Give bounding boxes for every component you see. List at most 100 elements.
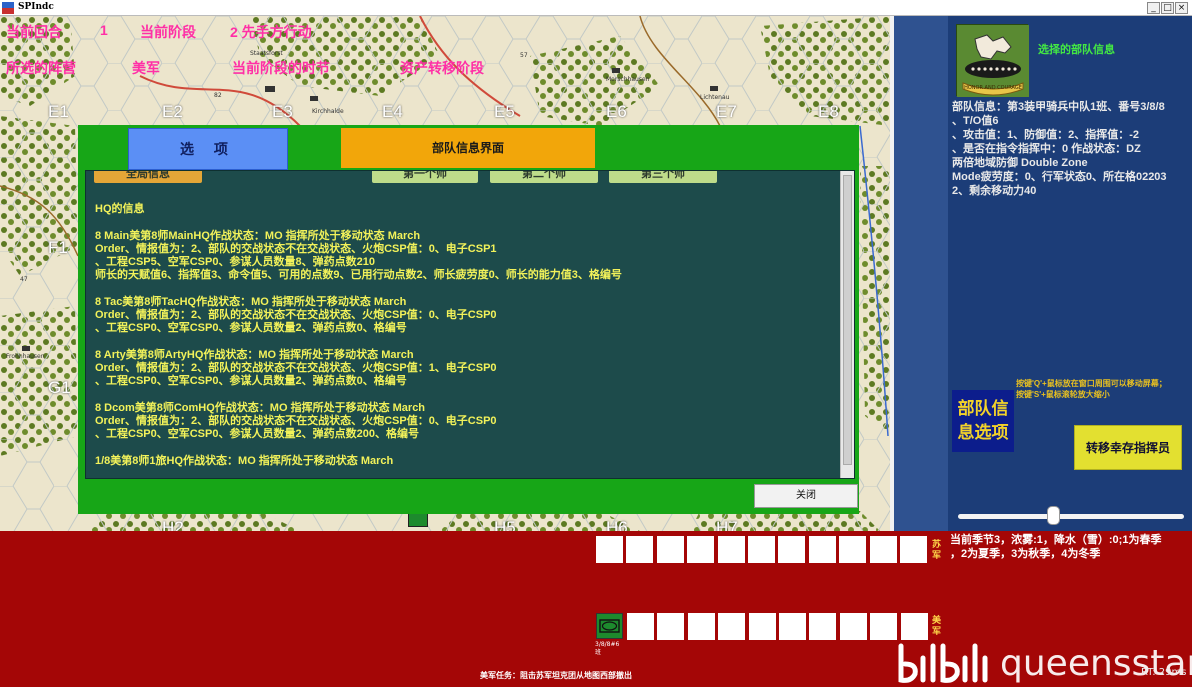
hex-label: H5 (494, 518, 516, 531)
hex-label: E2 (162, 102, 183, 121)
scrollbar-thumb[interactable] (843, 175, 852, 465)
us-side-label: 美 军 (932, 615, 941, 637)
soviet-label-char: 苏 (932, 539, 942, 549)
first-division-button[interactable]: 第一个师 (372, 171, 478, 183)
road-number: 57 (520, 52, 528, 59)
selected-faction-value: 美军 (132, 60, 160, 76)
hq-line: 、工程CSP0、空军CSP0、参谋人员数量2、弹药点数0、格编号 (95, 322, 407, 334)
season-line: 当前季节3，浓雾:1，降水（雪）:0;1为春季 (950, 534, 1162, 546)
close-button[interactable]: 关闭 (754, 484, 858, 508)
hex-label: H6 (606, 518, 628, 531)
phase-segment-label: 当前阶段的时节 (232, 60, 330, 76)
town-name: Kirchhalde (312, 108, 344, 115)
unit-detail-line: 两倍地域防御 Double Zone (952, 157, 1088, 169)
us-label-char: 美 (932, 615, 942, 625)
hq-line: 、工程CSP5、空军CSP0、参谋人员数量8、弹药点数210 (95, 256, 375, 268)
us-unit-slot[interactable] (779, 613, 806, 640)
reinforcement-unit-counter[interactable] (596, 613, 623, 639)
us-unit-slot[interactable] (748, 613, 776, 640)
current-phase-value: 2 先手方行动 (230, 24, 312, 40)
soviet-unit-slot[interactable] (596, 536, 623, 563)
controls-hint: 按键'Q'+鼠标放在窗口周围可以移动屏幕； 按键'S'+鼠标滚轮放大缩小 (1016, 378, 1188, 400)
unit-insignia-image: HONOR AND COURAGE (956, 24, 1029, 97)
hq-line: Order、情报值为：2、部队的交战状态不在交战状态、火炮CSP值：1、电子CS… (95, 362, 497, 374)
hex-label: E5 (494, 102, 515, 121)
us-unit-slot[interactable] (657, 613, 685, 640)
global-info-button[interactable]: 全局信息 (94, 171, 202, 183)
hq-info-header: HQ的信息 (95, 203, 145, 215)
third-division-button[interactable]: 第三个师 (609, 171, 717, 183)
title-bar: SPIndc _ □ × (0, 0, 1192, 16)
hq-line: Order、情报值为：2、部队的交战状态不在交战状态、火炮CSP值：0、电子CS… (95, 309, 497, 321)
selected-unit-title: 选择的部队信息 (1038, 44, 1115, 56)
town-name: Frohnhausen (6, 353, 45, 360)
transfer-commander-button[interactable]: 转移幸存指挥员 (1074, 425, 1182, 470)
hq-block: 8 Tac美第8师TacHQ作战状态：MO 指挥所处于移动状态 March Or… (95, 296, 835, 335)
town-name: Morschhausen (606, 76, 650, 83)
hex-label: H2 (162, 518, 184, 531)
phase-segment-value: 资产转移阶段 (400, 60, 484, 76)
hq-line: Order、情报值为：2、部队的交战状态不在交战状态、火炮CSP值：0、电子CS… (95, 415, 497, 427)
hex-label: F1 (48, 238, 68, 257)
soviet-unit-slot[interactable] (656, 536, 684, 563)
side-strip (894, 16, 948, 531)
side-panel: HONOR AND COURAGE 选择的部队信息 部队信息：第3装甲骑兵中队1… (890, 16, 1192, 531)
us-unit-slot[interactable] (839, 613, 867, 640)
hq-line: 8 Main美第8师MainHQ作战状态：MO 指挥所处于移动状态 March (95, 230, 421, 242)
us-unit-slot[interactable] (900, 613, 928, 640)
us-unit-slot[interactable] (870, 613, 898, 640)
zoom-slider[interactable] (958, 514, 1184, 519)
hq-line: 8 Dcom美第8师ComHQ作战状态：MO 指挥所处于移动状态 March (95, 402, 426, 414)
soviet-unit-slot[interactable] (869, 536, 897, 563)
unit-counter-icon (599, 619, 620, 633)
unit-info-options-button[interactable]: 部队信 息选项 (952, 390, 1014, 452)
us-unit-slot[interactable] (809, 613, 837, 640)
tab-options[interactable]: 选 项 (128, 128, 288, 170)
info-scrollbar[interactable] (840, 171, 854, 478)
hex-label: G1 (48, 378, 71, 397)
unit-detail-line: 、T/O值6 (952, 115, 999, 127)
reinforcement-bar: 苏 军 3/8/8#6 班 美 军 当前季节3，浓雾:1，降水（雪）:0;1为春… (0, 531, 1192, 687)
hq-line: 、工程CSP0、空军CSP0、参谋人员数量2、弹药点数200、格编号 (95, 428, 419, 440)
soviet-unit-slot[interactable] (748, 536, 775, 563)
hex-label: E6 (606, 102, 627, 121)
hint-line: 按键'S'+鼠标滚轮放大缩小 (1016, 390, 1110, 399)
hq-block: 8 Arty美第8师ArtyHQ作战状态：MO 指挥所处于移动状态 March … (95, 349, 835, 388)
hq-line: 师长的天赋值6、指挥值3、命令值5、可用的点数9、已用行动点数2、师长疲劳度0、… (95, 269, 622, 281)
mission-text: 美军任务：阻击苏军坦克团从地图西部撤出 (480, 671, 632, 680)
soviet-unit-slot[interactable] (717, 536, 745, 563)
unit-detail-line: 、攻击值：1、防御值：2、指挥值：-2 (952, 129, 1140, 141)
hq-info-text: HQ的信息 8 Main美第8师MainHQ作战状态：MO 指挥所处于移动状态 … (95, 203, 835, 478)
hq-info-panel: 全局信息 第一个师 第二个师 第三个师 HQ的信息 8 Main美第8师Main… (85, 170, 855, 479)
soviet-unit-slot[interactable] (778, 536, 806, 563)
soviet-unit-slot[interactable] (626, 536, 654, 563)
unit-counter-label: 3/8/8#6 班 (595, 641, 629, 657)
season-info: 当前季节3，浓雾:1，降水（雪）:0;1为春季 ，2为夏季，3为秋季，4为冬季 (950, 533, 1190, 561)
hq-line: Order、情报值为：2、部队的交战状态不在交战状态、火炮CSP值：0、电子CS… (95, 243, 497, 255)
soviet-unit-slot[interactable] (900, 536, 927, 563)
unit-options-line: 部队信 (957, 399, 1009, 418)
us-unit-slot[interactable] (718, 613, 746, 640)
soviet-unit-slot[interactable] (687, 536, 715, 563)
soviet-unit-slot[interactable] (808, 536, 836, 563)
us-unit-slot[interactable] (687, 613, 715, 640)
hq-line: 8 Arty美第8师ArtyHQ作战状态：MO 指挥所处于移动状态 March (95, 349, 414, 361)
second-division-button[interactable]: 第二个师 (490, 171, 598, 183)
soviet-unit-slot[interactable] (839, 536, 867, 563)
map-unit-counter[interactable] (408, 512, 428, 527)
close-window-button[interactable]: × (1175, 2, 1188, 14)
hex-label: E1 (48, 102, 69, 121)
zoom-slider-knob[interactable] (1046, 506, 1060, 525)
town-name: Lichtenau (700, 94, 730, 101)
us-unit-slot[interactable] (627, 613, 654, 640)
soviet-label-char: 军 (932, 550, 942, 560)
tab-unit-info[interactable]: 部队信息界面 (341, 128, 595, 168)
hex-label: E7 (716, 102, 737, 121)
unit-detail-line: 2、剩余移动力40 (952, 185, 1037, 197)
current-phase-label: 当前阶段 (140, 24, 196, 40)
us-label-char: 军 (932, 626, 942, 636)
current-turn-value: 1 (100, 22, 108, 38)
maximize-button[interactable]: □ (1161, 2, 1174, 14)
soviet-side-label: 苏 军 (932, 539, 941, 561)
minimize-button[interactable]: _ (1147, 2, 1160, 14)
